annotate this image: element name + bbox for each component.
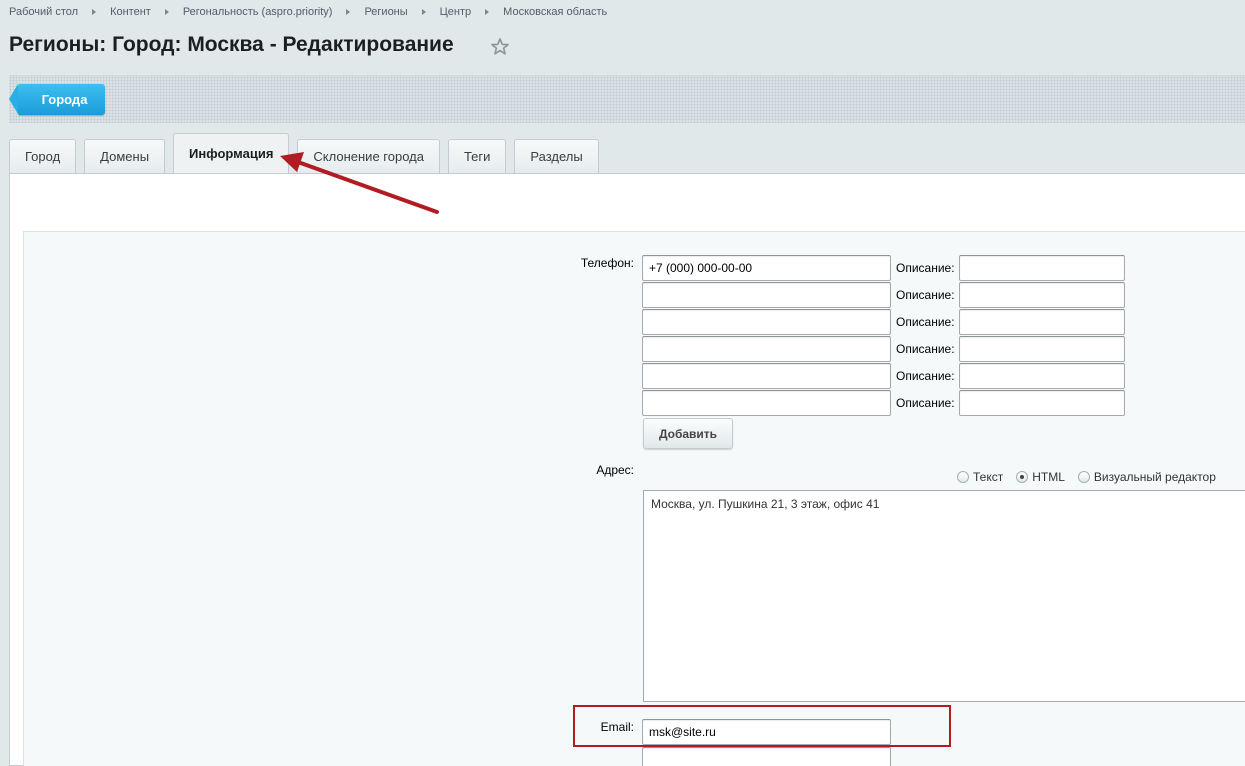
radio-button[interactable]: [957, 471, 969, 483]
phone-input-1[interactable]: +7 (000) 000-00-00: [642, 255, 891, 281]
phone-description-input-5[interactable]: [959, 363, 1125, 389]
phone-label: Телефон:: [580, 256, 634, 270]
chevron-right-icon: [164, 9, 169, 15]
phone-input-3[interactable]: [642, 309, 891, 335]
radio-button[interactable]: [1077, 471, 1090, 483]
editor-mode-selector: Текст HTML Визуальный редактор: [957, 469, 1229, 485]
email-highlight-annotation: [573, 705, 951, 747]
breadcrumb-item-center[interactable]: Центр: [440, 6, 472, 18]
phone-description-label-5: Описание:: [896, 369, 955, 383]
chevron-right-icon: [421, 9, 426, 15]
phone-input-5[interactable]: [642, 363, 891, 389]
phone-description-input-3[interactable]: [959, 309, 1125, 335]
back-to-cities-button[interactable]: Города: [9, 84, 105, 115]
breadcrumb-item-desktop[interactable]: Рабочий стол: [9, 6, 78, 18]
address-textarea[interactable]: Москва, ул. Пушкина 21, 3 этаж, офис 41: [643, 490, 1245, 702]
editor-mode-text[interactable]: Текст: [957, 470, 1003, 484]
phone-description-input-2[interactable]: [959, 282, 1125, 308]
email-input-extra[interactable]: [642, 747, 891, 766]
context-toolbar: Города: [9, 75, 1245, 123]
chevron-right-icon: [485, 9, 490, 15]
breadcrumb-item-content[interactable]: Контент: [110, 6, 151, 18]
breadcrumb-item-regions[interactable]: Регионы: [364, 6, 407, 18]
tab-sections[interactable]: Разделы: [514, 139, 599, 173]
star-outline-icon[interactable]: [490, 37, 510, 57]
tab-bar: Город Домены Информация Склонение города…: [9, 133, 607, 173]
tab-domains[interactable]: Домены: [84, 139, 166, 173]
phone-input-6[interactable]: [642, 390, 891, 416]
phone-input-4[interactable]: [642, 336, 891, 362]
page-title: Регионы: Город: Москва - Редактирование: [9, 33, 454, 56]
radio-button-checked[interactable]: [1016, 471, 1029, 483]
tab-tags[interactable]: Теги: [447, 139, 507, 173]
tab-city[interactable]: Город: [9, 139, 77, 173]
chevron-right-icon: [346, 9, 351, 15]
tab-information[interactable]: Информация: [173, 133, 290, 173]
editor-mode-visual[interactable]: Визуальный редактор: [1077, 470, 1216, 484]
phone-description-label-3: Описание:: [896, 315, 955, 329]
editor-mode-html[interactable]: HTML: [1016, 470, 1065, 484]
phone-input-2[interactable]: [642, 282, 891, 308]
phone-description-input-4[interactable]: [959, 336, 1125, 362]
phone-description-label-2: Описание:: [896, 288, 955, 302]
phone-description-label-4: Описание:: [896, 342, 955, 356]
phone-description-label-6: Описание:: [896, 396, 955, 410]
address-label: Адрес:: [596, 463, 634, 477]
breadcrumb-item-regionality[interactable]: Регональность (aspro.priority): [183, 6, 333, 18]
phone-description-input-6[interactable]: [959, 390, 1125, 416]
breadcrumb-item-moscow-region[interactable]: Московская область: [503, 6, 607, 18]
phone-description-label-1: Описание:: [896, 261, 955, 275]
phone-description-input-1[interactable]: [959, 255, 1125, 281]
add-phone-button[interactable]: Добавить: [643, 418, 733, 449]
breadcrumb: Рабочий стол Контент Регональность (aspr…: [9, 5, 607, 19]
chevron-right-icon: [92, 9, 97, 15]
tab-city-declension[interactable]: Склонение города: [297, 139, 440, 173]
